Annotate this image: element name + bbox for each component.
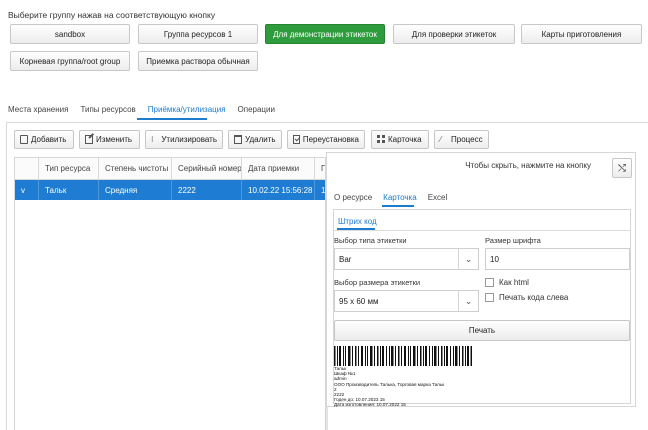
trash-icon — [234, 135, 242, 144]
edit-button-label: Изменить — [96, 135, 133, 144]
group-button-solution-intake[interactable]: Приемка раствора обычная — [138, 51, 258, 71]
label-line: ООО Производитель Талька, Торговая марка… — [334, 381, 445, 387]
tab-intake-disposal[interactable]: Приёмка/утилизация — [148, 104, 226, 118]
group-hint: Выберите группу нажав на соответствующую… — [8, 10, 216, 20]
tab-card[interactable]: Карточка — [383, 193, 417, 202]
edit-icon — [85, 135, 93, 144]
details-panel: Чтобы скрыть, нажмите на кнопку ⤭ О ресу… — [326, 152, 636, 407]
relocate-button-label: Переустановка — [302, 135, 359, 144]
font-size-input[interactable]: 10 — [485, 248, 630, 270]
delete-button-label: Удалить — [245, 135, 276, 144]
label-preview: Тальк Шкаф №1 admin ООО Производитель Та… — [334, 346, 494, 407]
active-tab-indicator — [137, 118, 207, 120]
print-button[interactable]: Печать — [334, 320, 630, 341]
card-button-label: Карточка — [388, 135, 422, 144]
font-size-value: 10 — [490, 254, 499, 264]
main-tabs: Места хранения Типы ресурсов Приёмка/ути… — [8, 104, 287, 118]
tab-excel[interactable]: Excel — [428, 193, 448, 202]
collapse-panel-button[interactable]: ⤭ — [612, 158, 632, 178]
group-button-label-check[interactable]: Для проверки этикеток — [393, 24, 515, 44]
process-button-label: Процесс — [451, 135, 483, 144]
panel-active-tab-indicator — [382, 205, 414, 207]
delete-button[interactable]: Удалить — [228, 130, 282, 149]
group-button-label-demo[interactable]: Для демонстрации этикеток — [265, 24, 385, 44]
table-row[interactable]: v Тальк Средняя 2222 10.02.22 15:56:28 1… — [15, 180, 326, 200]
tab-about-resource[interactable]: О ресурсе — [334, 193, 372, 202]
recycle-icon: ⁝ — [151, 135, 154, 144]
grid-header-purity[interactable]: Степень чистоты — [99, 158, 172, 179]
label-text-block: Тальк Шкаф №1 admin ООО Производитель Та… — [334, 366, 444, 408]
grid-header-serial[interactable]: Серийный номер — [172, 158, 242, 179]
grid-icon — [377, 135, 385, 144]
barcode-tab-divider — [334, 230, 630, 231]
row-date: 10.02.22 15:56:28 — [242, 180, 315, 200]
collapse-icon: ⤭ — [618, 162, 626, 174]
label-type-select[interactable]: Bar ⌄ — [334, 248, 479, 270]
row-purity: Средняя — [99, 180, 172, 200]
process-icon: ⁄ — [440, 135, 442, 144]
barcode-section: Штрих код Выбор типа этикетки Bar ⌄ Разм… — [333, 209, 631, 407]
resource-grid: Тип ресурса Степень чистоты Серийный ном… — [14, 157, 326, 430]
tab-barcode[interactable]: Штрих код — [338, 217, 377, 226]
dispose-button[interactable]: ⁝ Утилизировать — [145, 130, 223, 149]
add-button-label: Добавить — [31, 135, 67, 144]
row-type: Тальк — [39, 180, 99, 200]
grid-header-date[interactable]: Дата приемки — [242, 158, 315, 179]
label-type-label: Выбор типа этикетки — [334, 236, 407, 245]
font-size-label: Размер шрифта — [485, 236, 541, 245]
group-button-root[interactable]: Корневая группа/root group — [10, 51, 130, 71]
barcode-image — [334, 346, 472, 366]
row-serial: 2222 — [172, 180, 242, 200]
grid-header-type[interactable]: Тип ресурса — [39, 158, 99, 179]
label-size-value: 95 x 60 мм — [339, 296, 379, 306]
document-icon — [20, 135, 28, 144]
panel-splitter[interactable] — [326, 407, 328, 430]
group-button-sandbox[interactable]: sandbox — [10, 24, 130, 44]
process-button[interactable]: ⁄ Процесс — [434, 130, 489, 149]
chevron-down-icon: ⌄ — [458, 291, 478, 311]
grid-header-year[interactable]: Год — [315, 158, 325, 179]
dispose-button-label: Утилизировать — [161, 135, 217, 144]
checkbox-icon — [293, 135, 300, 144]
relocate-button[interactable]: Переустановка — [287, 130, 365, 149]
chevron-down-icon: ⌄ — [458, 249, 478, 269]
group-button-prep-cards[interactable]: Карты приготовления — [521, 24, 642, 44]
row-year: 10. — [321, 185, 326, 195]
label-size-select[interactable]: 95 x 60 мм ⌄ — [334, 290, 479, 312]
label-type-value: Bar — [339, 254, 352, 264]
edit-button[interactable]: Изменить — [79, 130, 140, 149]
as-html-label: Как html — [499, 278, 529, 287]
row-marker: v — [15, 180, 39, 200]
label-line: Дата изготовления: 10.07.2022 15 — [334, 402, 406, 408]
label-size-label: Выбор размера этикетки — [334, 278, 421, 287]
panel-tabs: О ресурсе Карточка Excel — [334, 193, 458, 202]
card-button[interactable]: Карточка — [371, 130, 429, 149]
tab-resource-types[interactable]: Типы ресурсов — [80, 104, 135, 118]
as-html-checkbox[interactable] — [485, 278, 494, 287]
group-button-resources-1[interactable]: Группа ресурсов 1 — [138, 24, 258, 44]
print-left-checkbox[interactable] — [485, 293, 494, 302]
grid-header: Тип ресурса Степень чистоты Серийный ном… — [15, 158, 325, 180]
print-left-label: Печать кода слева — [499, 293, 569, 302]
add-button[interactable]: Добавить — [14, 130, 74, 149]
hide-panel-hint: Чтобы скрыть, нажмите на кнопку — [465, 161, 591, 170]
tab-storage-places[interactable]: Места хранения — [8, 104, 68, 118]
grid-header-marker — [15, 158, 39, 179]
tab-operations[interactable]: Операции — [238, 104, 275, 118]
